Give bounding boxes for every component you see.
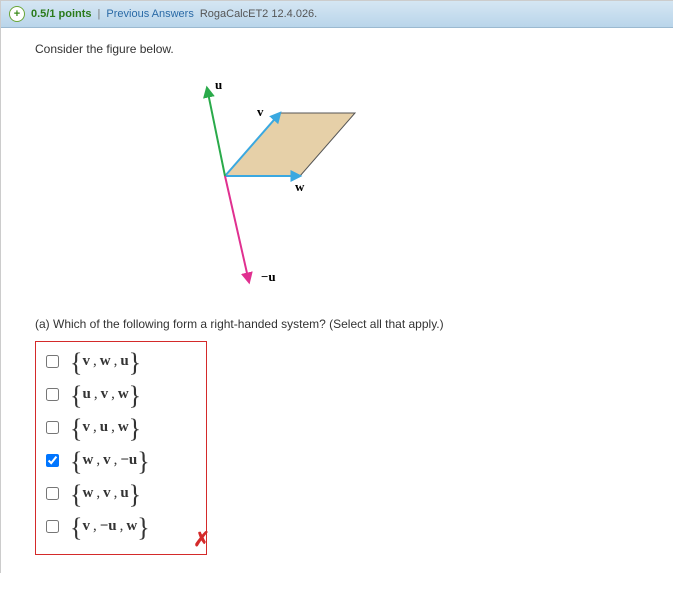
answer-checkbox-5[interactable] <box>46 520 59 533</box>
answer-label-2: {v,u,w} <box>70 419 141 436</box>
answer-checkbox-4[interactable] <box>46 487 59 500</box>
separator: | <box>98 8 101 20</box>
answer-label-3: {w,v,−u} <box>70 452 150 469</box>
svg-text:−u: −u <box>261 269 276 284</box>
answer-label-0: {v,w,u} <box>70 353 141 370</box>
question-header: + 0.5/1 points | Previous Answers RogaCa… <box>1 1 673 28</box>
svg-text:v: v <box>257 104 264 119</box>
answer-checkbox-1[interactable] <box>46 388 59 401</box>
points-label: 0.5/1 points <box>31 8 92 20</box>
answer-checkbox-0[interactable] <box>46 355 59 368</box>
plus-icon[interactable]: + <box>9 6 25 22</box>
answer-checkbox-2[interactable] <box>46 421 59 434</box>
incorrect-icon: ✗ <box>193 527 210 552</box>
svg-text:w: w <box>295 179 305 194</box>
answers-box: {v,w,u} {u,v,w} {v,u,w} {w,v,−u} {w,v,u} {v,−… <box>35 341 207 555</box>
vector-figure: w v u −u <box>145 76 415 296</box>
question-id: RogaCalcET2 12.4.026. <box>200 8 317 20</box>
answer-checkbox-3[interactable] <box>46 454 59 467</box>
answer-label-1: {u,v,w} <box>70 386 141 403</box>
answer-option-4: {w,v,u} <box>42 484 202 503</box>
prompt-text: Consider the figure below. <box>35 42 655 56</box>
answer-option-1: {u,v,w} <box>42 385 202 404</box>
answer-label-5: {v,−u,w} <box>70 518 150 535</box>
answer-option-2: {v,u,w} <box>42 418 202 437</box>
answer-option-5: {v,−u,w} <box>42 517 202 536</box>
part-a-prompt: (a) Which of the following form a right-… <box>35 317 655 331</box>
answer-option-0: {v,w,u} <box>42 352 202 371</box>
question-content: Consider the figure below. w v u −u (a) … <box>1 28 673 573</box>
previous-answers-link[interactable]: Previous Answers <box>106 8 193 20</box>
answer-option-3: {w,v,−u} <box>42 451 202 470</box>
answer-label-4: {w,v,u} <box>70 485 141 502</box>
svg-text:u: u <box>215 77 222 92</box>
